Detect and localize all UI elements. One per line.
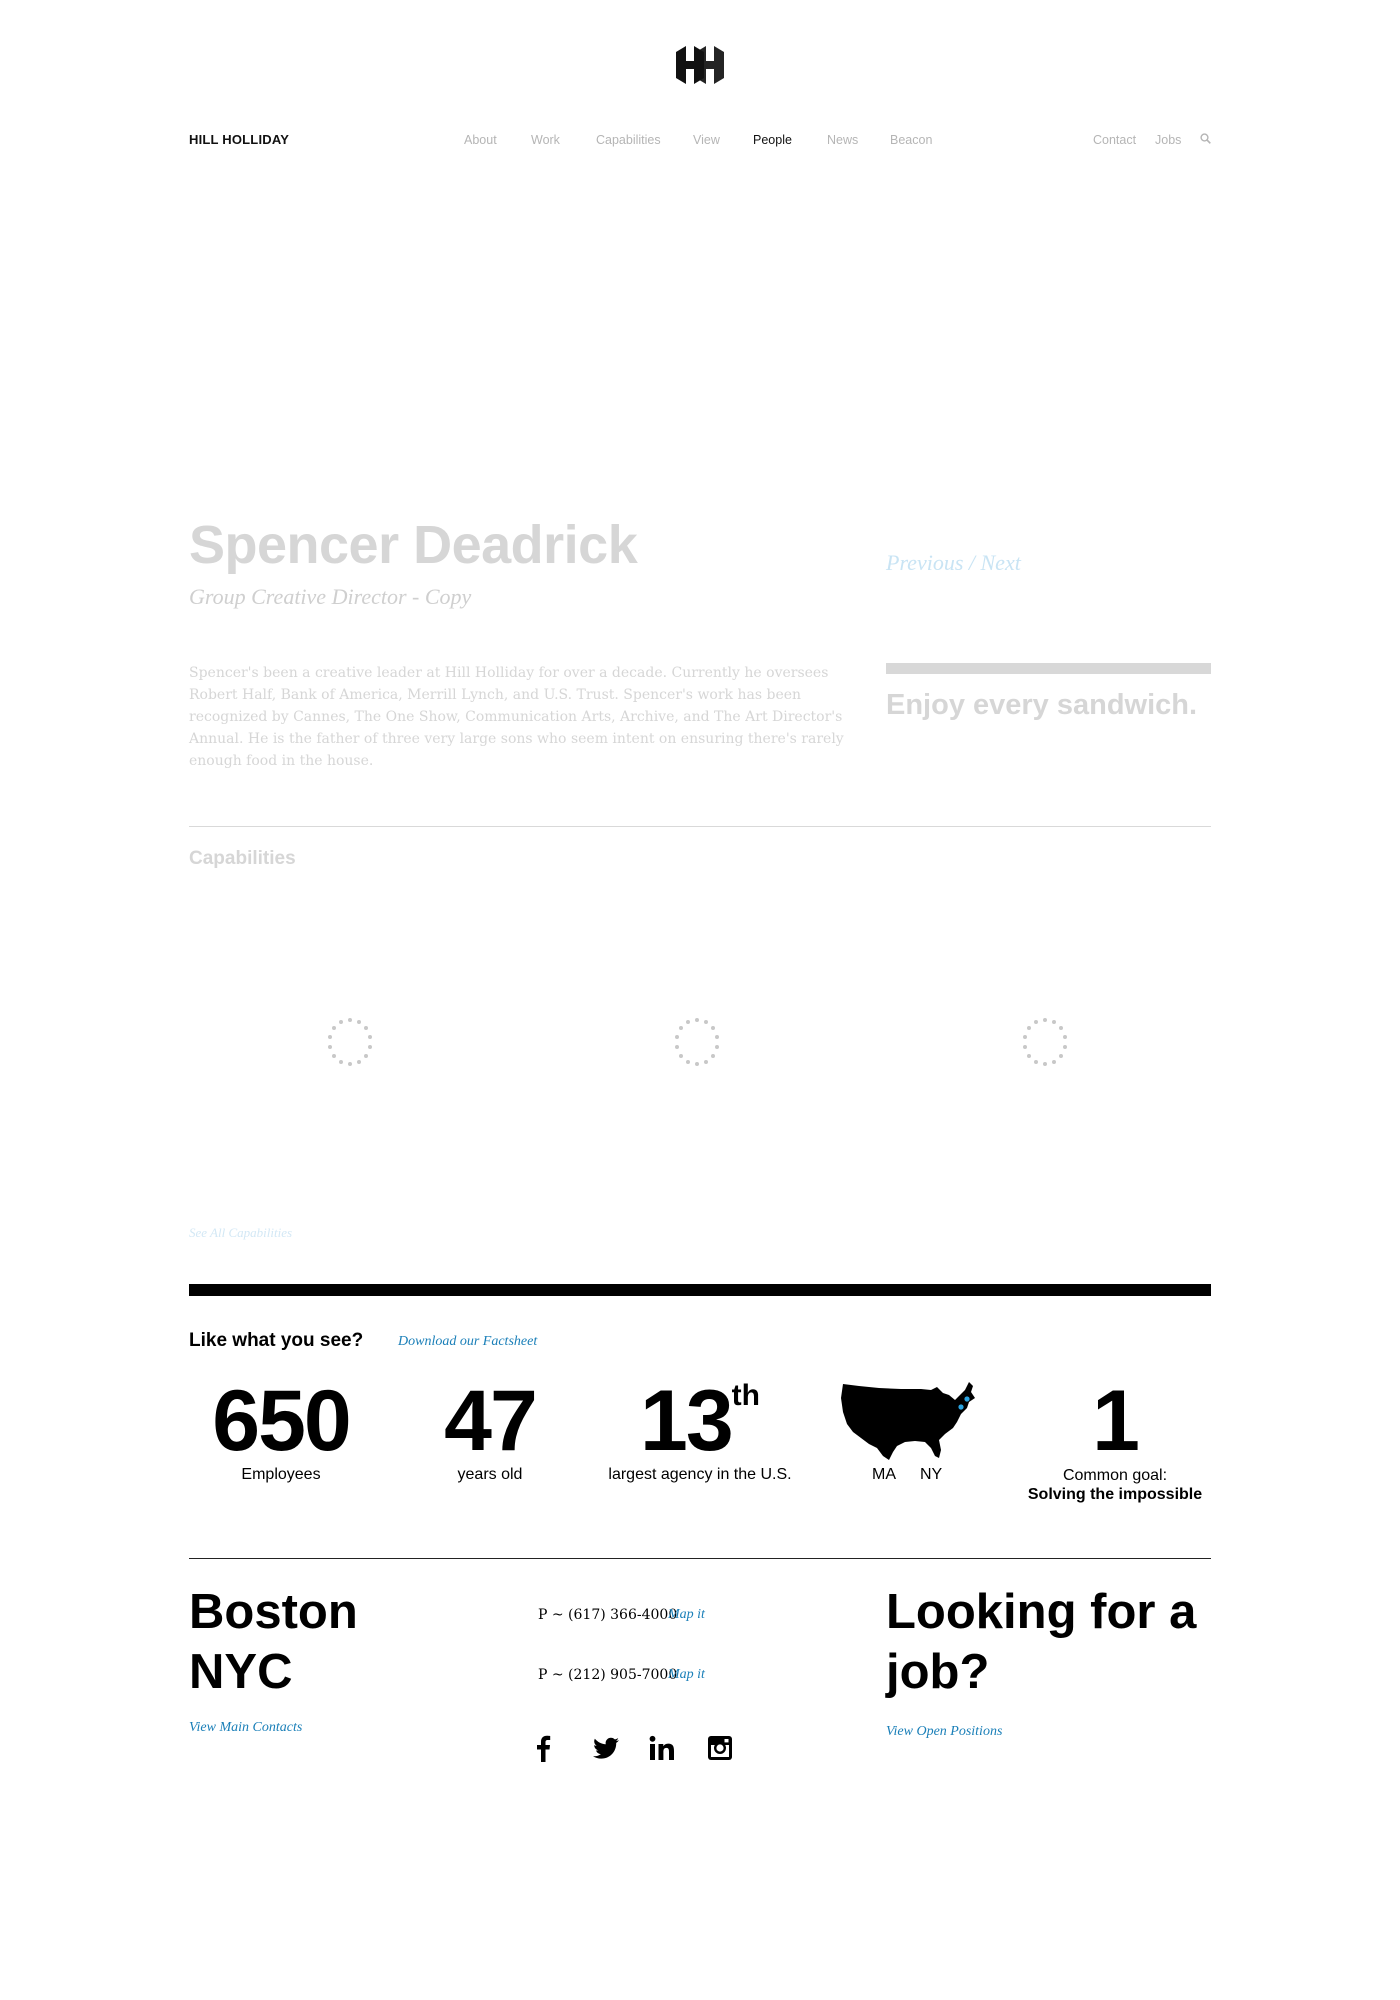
hh-logo[interactable] <box>674 44 726 86</box>
stat-goal-value: 1 <box>1092 1373 1140 1469</box>
nav-jobs[interactable]: Jobs <box>1155 133 1181 147</box>
nav-about[interactable]: About <box>464 133 497 147</box>
nav-view[interactable]: View <box>693 133 720 147</box>
person-quote: Enjoy every sandwich. <box>886 689 1198 721</box>
view-open-positions-link[interactable]: View Open Positions <box>886 1724 1002 1740</box>
nav-work[interactable]: Work <box>531 133 560 147</box>
facebook-icon[interactable] <box>530 1734 558 1762</box>
nav-people[interactable]: People <box>753 133 792 147</box>
job-heading: Looking for a job? <box>886 1585 1197 1699</box>
phone-nyc: P ~ (212) 905-7000 <box>538 1667 678 1683</box>
stats-divider <box>189 1284 1211 1296</box>
person-role: Group Creative Director - Copy <box>189 584 472 609</box>
nav-beacon[interactable]: Beacon <box>890 133 932 147</box>
city-nyc: NYC <box>189 1645 293 1699</box>
brand-name[interactable]: HILL HOLLIDAY <box>189 132 289 147</box>
linkedin-icon[interactable] <box>648 1734 676 1762</box>
twitter-icon[interactable] <box>592 1734 620 1762</box>
stat-rank-label: largest agency in the U.S. <box>608 1466 792 1483</box>
capabilities-heading: Capabilities <box>189 848 296 869</box>
person-name: Spencer Deadrick <box>189 515 638 575</box>
quote-divider <box>886 663 1211 674</box>
section-divider <box>189 826 1211 827</box>
stat-years-value: 47 <box>444 1373 538 1469</box>
stats-heading: Like what you see? <box>189 1330 364 1351</box>
loading-spinner-icon <box>1023 1018 1067 1066</box>
prev-next-pager[interactable]: Previous / Next <box>886 550 1021 576</box>
loading-spinner-icon <box>328 1018 372 1066</box>
footer-divider <box>189 1558 1211 1559</box>
stat-goal-label: Common goal: Solving the impossible <box>1010 1466 1220 1504</box>
stat-goal-label-bold: Solving the impossible <box>1027 1486 1203 1503</box>
us-map-icon <box>841 1382 975 1460</box>
phone-boston: P ~ (617) 366-4000 <box>538 1607 678 1623</box>
nav-contact[interactable]: Contact <box>1093 133 1136 147</box>
nav-news[interactable]: News <box>827 133 858 147</box>
download-factsheet-link[interactable]: Download our Factsheet <box>398 1334 537 1350</box>
stat-rank-suffix: th <box>731 1379 760 1412</box>
instagram-icon[interactable] <box>706 1734 734 1762</box>
stat-years-label: years old <box>457 1466 523 1483</box>
loading-spinner-icon <box>675 1018 719 1066</box>
map-label-ny: NY <box>920 1466 943 1483</box>
search-icon[interactable] <box>1200 133 1211 144</box>
view-main-contacts-link[interactable]: View Main Contacts <box>189 1720 302 1736</box>
stat-rank: 13th <box>590 1376 810 1466</box>
city-boston: Boston <box>189 1585 358 1639</box>
stat-employees-value: 650 <box>212 1373 352 1469</box>
stat-rank-value: 13 <box>640 1373 734 1469</box>
see-all-capabilities-link[interactable]: See All Capabilities <box>189 1225 292 1241</box>
map-it-nyc-link[interactable]: Map it <box>668 1667 705 1683</box>
nav-capabilities[interactable]: Capabilities <box>596 133 661 147</box>
person-bio: Spencer's been a creative leader at Hill… <box>189 665 844 769</box>
stat-employees-label: Employees <box>241 1466 321 1483</box>
map-label-ma: MA <box>872 1466 896 1483</box>
map-it-boston-link[interactable]: Map it <box>668 1607 705 1623</box>
stat-goal-label-text: Common goal: <box>1062 1467 1168 1484</box>
